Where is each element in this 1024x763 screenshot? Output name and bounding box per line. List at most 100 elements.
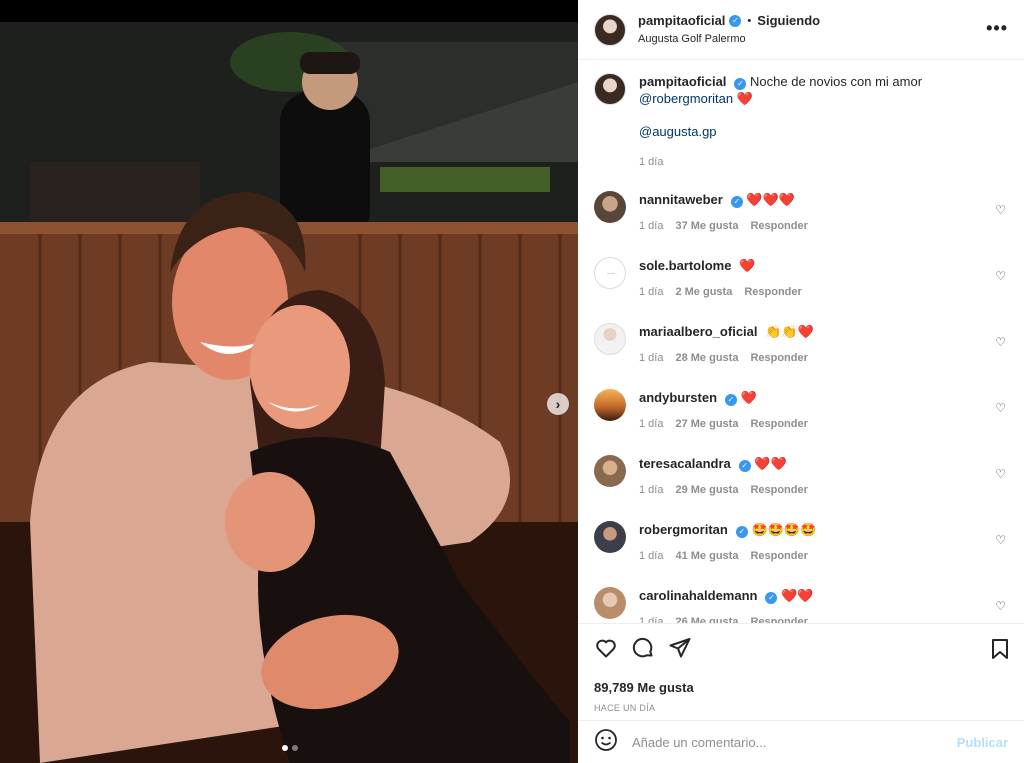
verified-badge-icon: ✓ — [725, 394, 738, 406]
next-photo-button[interactable]: › — [547, 393, 569, 415]
post-actions: 89,789 Me gusta HACE UN DÍA — [578, 623, 1024, 720]
avatar-logo-icon: —— — [607, 271, 615, 276]
comment-time[interactable]: 1 día — [639, 416, 663, 433]
caption-avatar[interactable] — [594, 73, 626, 105]
comment-likes[interactable]: 27 Me gusta — [675, 416, 738, 433]
carousel-dot-active — [282, 745, 288, 751]
verified-badge-icon: ✓ — [738, 460, 751, 472]
caption-time: 1 día — [639, 156, 664, 168]
separator-dot: • — [747, 14, 752, 27]
post-caption: pampitaoficial ✓ Noche de novios con mi a… — [594, 73, 1008, 191]
caption-username[interactable]: pampitaoficial — [639, 74, 726, 89]
comment-likes[interactable]: 2 Me gusta — [675, 284, 732, 301]
like-comment-heart-icon[interactable]: ♡ — [995, 269, 1006, 283]
verified-badge-icon: ✓ — [730, 196, 743, 208]
comment-text: ❤️ — [740, 390, 757, 405]
photo-illustration — [0, 22, 578, 763]
publish-button[interactable]: Publicar — [957, 735, 1008, 750]
like-comment-heart-icon[interactable]: ♡ — [995, 335, 1006, 349]
verified-badge-icon: ✓ — [734, 78, 747, 90]
caption-text: Noche de novios con mi amor — [750, 74, 923, 89]
verified-badge-icon: ✓ — [735, 526, 748, 538]
comment-username[interactable]: nannitaweber — [639, 192, 723, 207]
photo-pane: › — [0, 0, 578, 763]
like-comment-heart-icon[interactable]: ♡ — [995, 599, 1006, 613]
reply-button[interactable]: Responder — [750, 416, 807, 433]
comment-time[interactable]: 1 día — [639, 350, 663, 367]
comment-item: —— sole.bartolome ❤️ 1 día 2 Me gusta Re… — [594, 257, 1008, 323]
commenter-avatar[interactable] — [594, 455, 626, 487]
caption-mention[interactable]: @robergmoritan — [639, 91, 733, 106]
reply-button[interactable]: Responder — [750, 482, 807, 499]
post-photo[interactable]: › — [0, 22, 578, 763]
carousel-dot — [292, 745, 298, 751]
comment-item: carolinahaldemann ✓ ❤️❤️ 1 día 26 Me gust… — [594, 587, 1008, 623]
caption-mention[interactable]: @augusta.gp — [639, 124, 717, 139]
like-comment-heart-icon[interactable]: ♡ — [995, 533, 1006, 547]
location-link[interactable]: Augusta Golf Palermo — [638, 31, 820, 47]
comment-username[interactable]: mariaalbero_oficial — [639, 324, 758, 339]
author-avatar[interactable] — [594, 13, 626, 46]
verified-badge-icon: ✓ — [729, 14, 742, 27]
chevron-right-icon: › — [555, 396, 561, 412]
reply-button[interactable]: Responder — [750, 350, 807, 367]
comment-likes[interactable]: 37 Me gusta — [675, 218, 738, 235]
comment-likes[interactable]: 41 Me gusta — [675, 548, 738, 565]
comment-bubble-icon[interactable] — [631, 636, 655, 660]
commenter-avatar[interactable] — [594, 587, 626, 619]
post-time: HACE UN DÍA — [594, 703, 656, 713]
comment-username[interactable]: teresacalandra — [639, 456, 731, 471]
comment-likes[interactable]: 28 Me gusta — [675, 350, 738, 367]
commenter-avatar[interactable] — [594, 323, 626, 355]
like-heart-icon[interactable] — [594, 636, 618, 660]
comment-username[interactable]: carolinahaldemann — [639, 588, 757, 603]
share-paper-plane-icon[interactable] — [668, 636, 692, 660]
reply-button[interactable]: Responder — [750, 218, 807, 235]
post-side-panel: pampitaoficial ✓ • Siguiendo Augusta Gol… — [578, 0, 1024, 763]
likes-count[interactable]: 89,789 Me gusta — [594, 680, 1008, 695]
comment-item: andybursten ✓ ❤️ 1 día 27 Me gusta Respon… — [594, 389, 1008, 455]
comment-text: 👏👏❤️ — [765, 324, 814, 339]
comment-time[interactable]: 1 día — [639, 482, 663, 499]
comment-input[interactable] — [632, 734, 957, 750]
author-username[interactable]: pampitaoficial — [638, 13, 725, 29]
reply-button[interactable]: Responder — [744, 284, 801, 301]
comment-item: nannitaweber ✓ ❤️❤️❤️ 1 día 37 Me gusta R… — [594, 191, 1008, 257]
like-comment-heart-icon[interactable]: ♡ — [995, 467, 1006, 481]
reply-button[interactable]: Responder — [750, 614, 807, 623]
commenter-avatar[interactable] — [594, 389, 626, 421]
more-options-icon[interactable]: ••• — [986, 18, 1008, 39]
post-header: pampitaoficial ✓ • Siguiendo Augusta Gol… — [578, 0, 1024, 60]
comment-likes[interactable]: 29 Me gusta — [675, 482, 738, 499]
carousel-dots — [282, 745, 298, 751]
comment-item: mariaalbero_oficial 👏👏❤️ 1 día 28 Me gus… — [594, 323, 1008, 389]
comment-likes[interactable]: 26 Me gusta — [675, 614, 738, 623]
save-bookmark-icon[interactable] — [990, 638, 1010, 665]
comment-item: teresacalandra ✓ ❤️❤️ 1 día 29 Me gusta R… — [594, 455, 1008, 521]
commenter-avatar[interactable]: —— — [594, 257, 626, 289]
comment-text: 🤩🤩🤩🤩 — [751, 522, 817, 537]
comment-time[interactable]: 1 día — [639, 548, 663, 565]
reply-button[interactable]: Responder — [750, 548, 807, 565]
comment-time[interactable]: 1 día — [639, 284, 663, 301]
commenter-avatar[interactable] — [594, 191, 626, 223]
comment-text: ❤️❤️ — [781, 588, 814, 603]
commenter-avatar[interactable] — [594, 521, 626, 553]
following-button[interactable]: Siguiendo — [757, 13, 820, 29]
verified-badge-icon: ✓ — [765, 592, 778, 604]
comment-username[interactable]: andybursten — [639, 390, 717, 405]
comment-item: robergmoritan ✓ 🤩🤩🤩🤩 1 día 41 Me gusta Re… — [594, 521, 1008, 587]
comment-username[interactable]: robergmoritan — [639, 522, 728, 537]
comment-time[interactable]: 1 día — [639, 614, 663, 623]
comments-list[interactable]: pampitaoficial ✓ Noche de novios con mi a… — [578, 61, 1024, 623]
comment-composer: Publicar — [578, 720, 1024, 763]
emoji-smile-icon[interactable] — [594, 728, 618, 757]
caption-emoji: ❤️ — [736, 91, 753, 106]
comment-text: ❤️❤️❤️ — [746, 192, 795, 207]
like-comment-heart-icon[interactable]: ♡ — [995, 401, 1006, 415]
comment-time[interactable]: 1 día — [639, 218, 663, 235]
comment-text: ❤️❤️ — [754, 456, 787, 471]
comment-text: ❤️ — [739, 258, 756, 273]
like-comment-heart-icon[interactable]: ♡ — [995, 203, 1006, 217]
comment-username[interactable]: sole.bartolome — [639, 258, 731, 273]
